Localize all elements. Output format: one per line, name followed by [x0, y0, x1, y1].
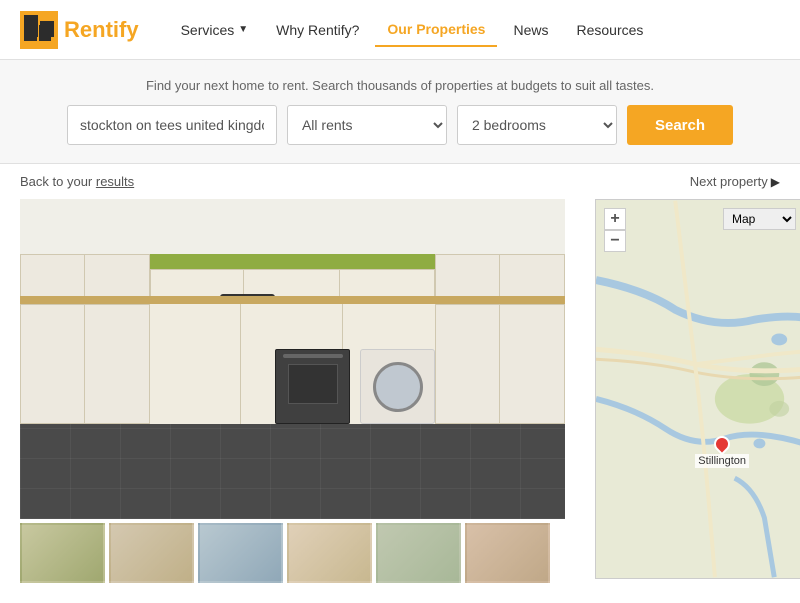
nav-item-services[interactable]: Services ▼ [169, 14, 261, 46]
location-input[interactable] [67, 105, 277, 145]
nav-links: Services ▼ Why Rentify? Our Properties N… [169, 13, 656, 47]
lower-cabinets-left [20, 304, 150, 424]
services-arrow-icon: ▼ [238, 24, 248, 35]
thumbnail-1[interactable] [20, 523, 105, 583]
washing-machine [360, 349, 435, 424]
thumbnail-5[interactable] [376, 523, 461, 583]
washer-drum [373, 362, 423, 412]
counter-top-left [20, 296, 160, 304]
map-pin: Stillington [695, 436, 749, 468]
floor [20, 419, 565, 519]
logo-text: Rentify [64, 17, 139, 43]
nav-item-news[interactable]: News [501, 14, 560, 46]
nav-item-resources[interactable]: Resources [564, 14, 655, 46]
logo[interactable]: Rentify [20, 11, 139, 49]
property-images [20, 199, 585, 583]
map-controls: + − [604, 208, 626, 252]
thumbnail-2[interactable] [109, 523, 194, 583]
search-row: All rents Up to £500 Up to £750 Up to £1… [20, 105, 780, 145]
map-type-selector[interactable]: Map Satellite [723, 208, 796, 230]
results-link[interactable]: results [96, 174, 134, 189]
search-banner: Find your next home to rent. Search thou… [0, 60, 800, 164]
thumbnail-strip [20, 523, 565, 583]
counter-top-right [425, 296, 565, 304]
next-arrow-icon: ▶ [771, 175, 780, 189]
map-background [596, 200, 800, 578]
bedrooms-select[interactable]: Any bedrooms 1 bedroom 2 bedrooms 3 bedr… [457, 105, 617, 145]
logo-icon [20, 11, 58, 49]
ceiling [20, 199, 565, 254]
nav-item-our-properties[interactable]: Our Properties [375, 13, 497, 47]
pin-label: Stillington [695, 454, 749, 468]
rent-select[interactable]: All rents Up to £500 Up to £750 Up to £1… [287, 105, 447, 145]
counter-top-back [140, 296, 445, 304]
thumbnail-6[interactable] [465, 523, 550, 583]
map-type-select[interactable]: Map Satellite [723, 208, 796, 230]
back-to-results: Back to your results [20, 174, 134, 189]
search-button[interactable]: Search [627, 105, 733, 145]
navbar: Rentify Services ▼ Why Rentify? Our Prop… [0, 0, 800, 60]
thumbnail-4[interactable] [287, 523, 372, 583]
pin-head [711, 433, 734, 456]
map-section[interactable]: + − Map Satellite Stillington [595, 199, 800, 579]
map-zoom-out[interactable]: − [604, 230, 626, 252]
lower-cabinets-right [435, 304, 565, 424]
nav-item-why-rentify[interactable]: Why Rentify? [264, 14, 371, 46]
property-navigation: Back to your results Next property ▶ [0, 164, 800, 199]
map-zoom-in[interactable]: + [604, 208, 626, 230]
next-property-link[interactable]: Next property ▶ [690, 174, 780, 189]
search-subtitle: Find your next home to rent. Search thou… [20, 78, 780, 93]
content-area: + − Map Satellite Stillington [0, 199, 800, 603]
oven [275, 349, 350, 424]
main-property-photo[interactable] [20, 199, 565, 519]
thumbnail-3[interactable] [198, 523, 283, 583]
